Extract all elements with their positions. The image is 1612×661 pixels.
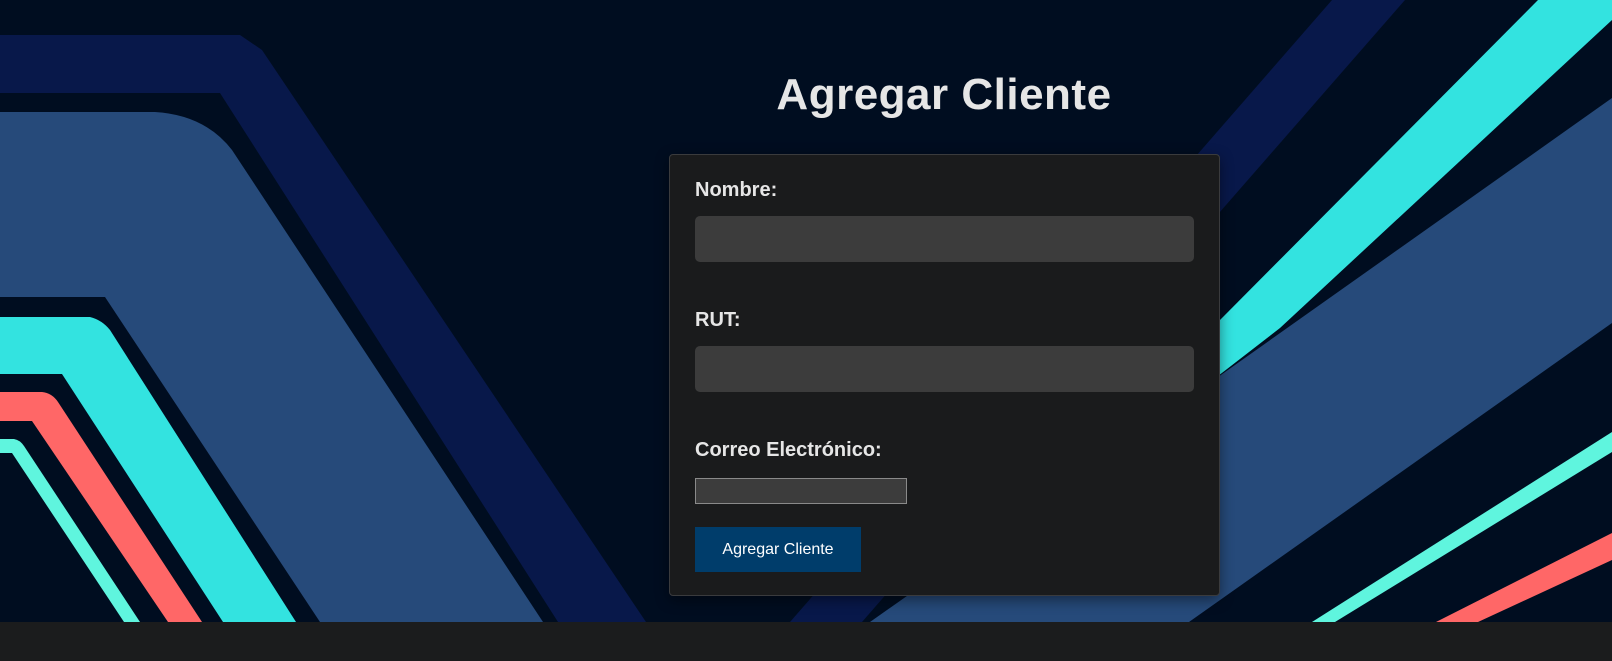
nombre-input[interactable] [695,216,1194,262]
footer-bar [0,622,1612,661]
nombre-label: Nombre: [695,179,778,201]
correo-input[interactable] [695,478,907,504]
rut-input[interactable] [695,346,1194,392]
right-coral-stripe [1436,533,1612,622]
correo-label: Correo Electrónico: [695,439,882,461]
page-title: Agregar Cliente [776,70,1112,119]
add-client-button[interactable]: Agregar Cliente [695,527,861,572]
rut-label: RUT: [695,309,741,331]
page-background: Agregar Cliente Nombre: RUT: Correo Elec… [0,0,1612,622]
add-client-form: Nombre: RUT: Correo Electrónico: Agregar… [669,154,1220,596]
